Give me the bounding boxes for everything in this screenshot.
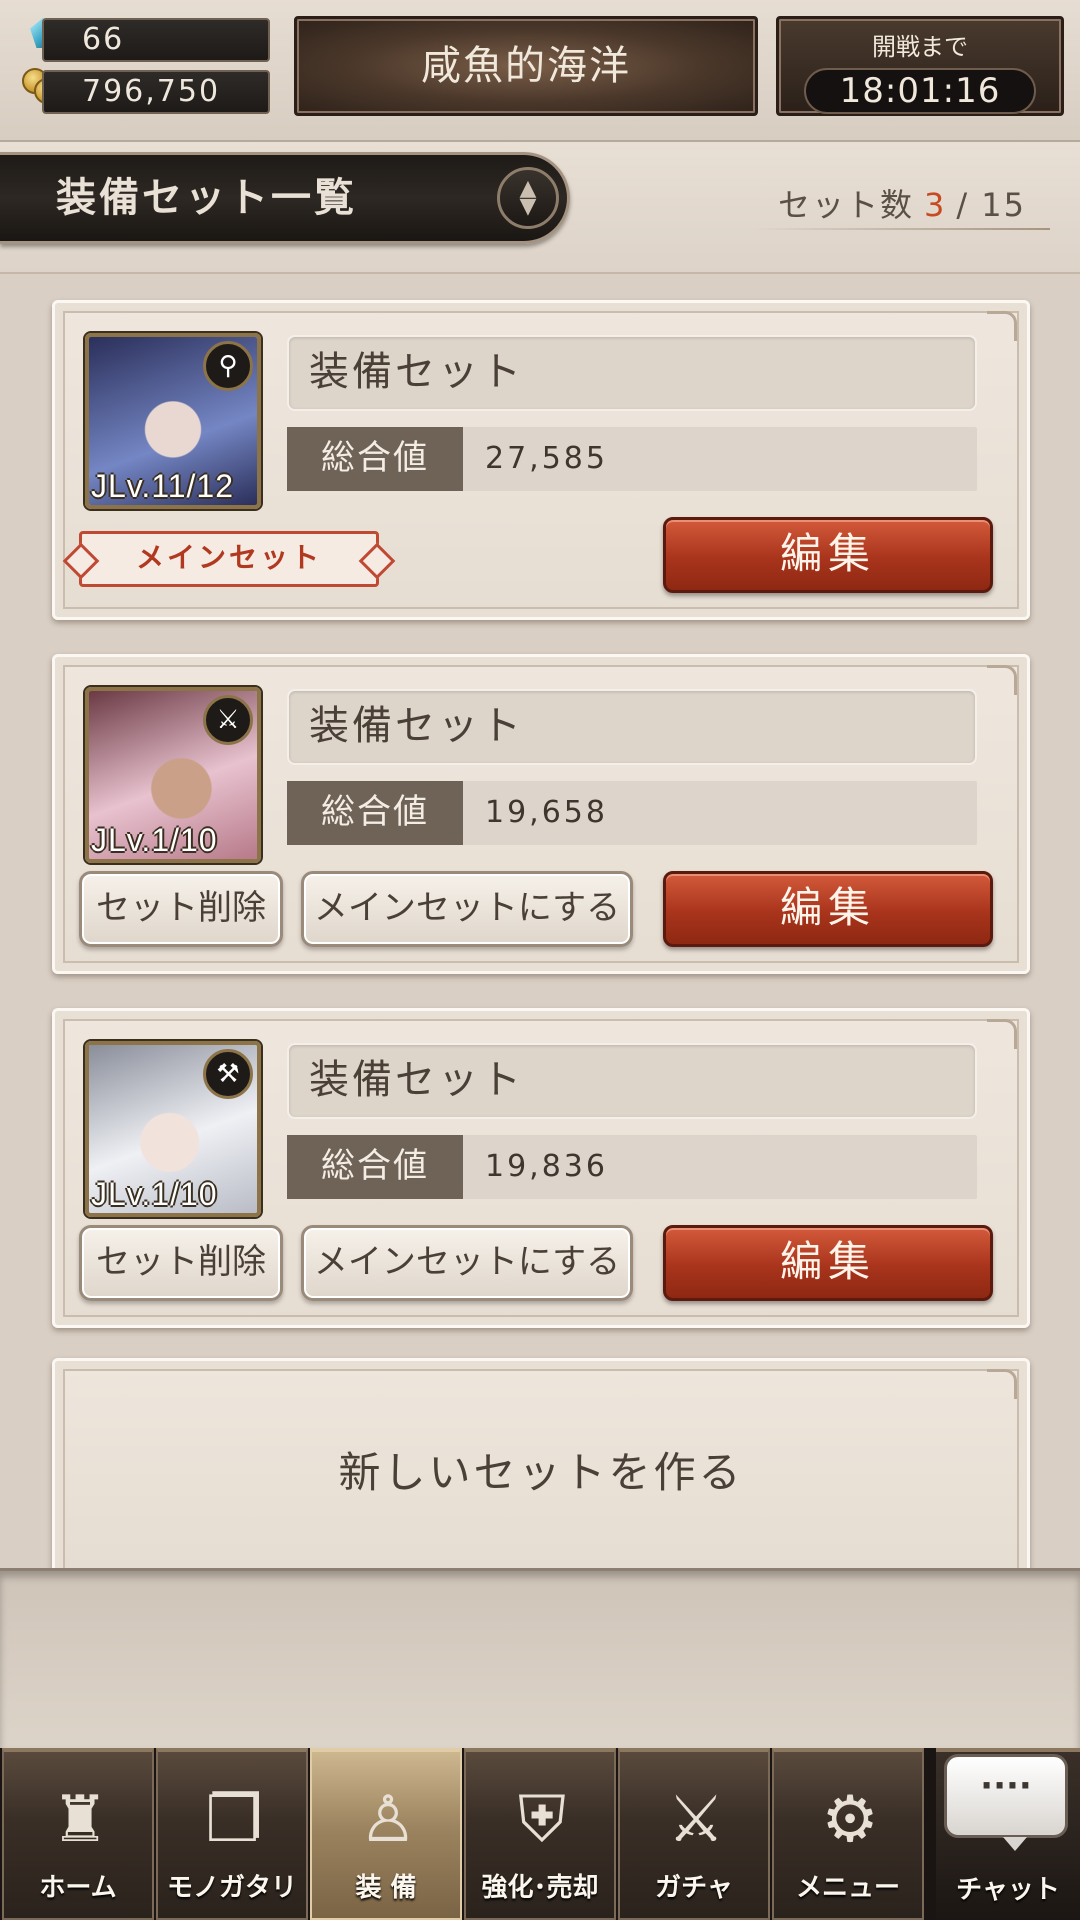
- set-count-current: 3: [923, 186, 947, 224]
- total-value: 19,836: [485, 1149, 608, 1184]
- nav-menu[interactable]: ⚙ メニュー: [772, 1748, 924, 1920]
- nav-equipment[interactable]: ♙ 装 備: [310, 1748, 462, 1920]
- battle-countdown: 開戦まで 18:01:16: [776, 16, 1064, 116]
- divider: [750, 228, 1050, 230]
- guild-name[interactable]: 咸魚的海洋: [294, 16, 758, 116]
- puppet-icon: ♙: [359, 1783, 417, 1857]
- delete-set-button[interactable]: セット削除: [79, 1225, 283, 1301]
- create-new-set-label: 新しいセットを作る: [338, 1448, 744, 1497]
- shield-icon: ⛨: [518, 1783, 566, 1857]
- corner-ornament: [987, 1019, 1017, 1049]
- crystal-count: 66: [42, 18, 270, 62]
- swords-icon: ⚔: [667, 1783, 725, 1857]
- equipment-set-card: ⚲ JLv.11/12 装備セット 総合値 27,585 メインセット 編集: [52, 300, 1030, 620]
- page-title: 装備セット一覧: [56, 175, 357, 221]
- create-new-set-button[interactable]: 新しいセットを作る: [52, 1358, 1030, 1568]
- set-name[interactable]: 装備セット: [287, 335, 977, 411]
- corner-ornament: [987, 311, 1017, 341]
- nav-label: モノガタリ: [166, 1873, 297, 1903]
- nav-label: チャット: [956, 1875, 1060, 1905]
- character-portrait[interactable]: ⚲ JLv.11/12: [85, 333, 261, 509]
- coin-count: 796,750: [42, 70, 270, 114]
- nav-chat[interactable]: ···· チャット: [936, 1748, 1080, 1920]
- section-header: 装備セット一覧 ▲ ▼ セット数 3/ 15: [0, 142, 1080, 274]
- total-value: 19,658: [485, 795, 608, 830]
- battle-label: 開戦まで: [872, 33, 968, 61]
- nav-label: ホーム: [39, 1873, 117, 1903]
- total-value-row: 総合値 19,658: [287, 781, 977, 845]
- job-level: JLv.1/10: [91, 822, 218, 858]
- sort-icon[interactable]: ▲ ▼: [497, 167, 559, 229]
- job-level: JLv.11/12: [91, 468, 235, 504]
- make-main-set-button[interactable]: メインセットにする: [301, 871, 633, 947]
- character-portrait[interactable]: ⚔ JLv.1/10: [85, 687, 261, 863]
- nav-enhance-sell[interactable]: ⛨ 強化･売却: [464, 1748, 616, 1920]
- lower-panel: [0, 1568, 1080, 1748]
- total-value-row: 総合値 27,585: [287, 427, 977, 491]
- corner-ornament: [987, 665, 1017, 695]
- hammer-icon: ⚒: [203, 1049, 253, 1099]
- job-level: JLv.1/10: [91, 1176, 218, 1212]
- equipment-set-card: ⚔ JLv.1/10 装備セット 総合値 19,658 セット削除 メインセット…: [52, 654, 1030, 974]
- set-name[interactable]: 装備セット: [287, 689, 977, 765]
- castle-icon: ♜: [51, 1783, 109, 1857]
- nav-label: ガチャ: [655, 1873, 733, 1903]
- edit-button[interactable]: 編集: [663, 871, 993, 947]
- total-label: 総合値: [287, 781, 463, 845]
- delete-set-button[interactable]: セット削除: [79, 871, 283, 947]
- character-portrait[interactable]: ⚒ JLv.1/10: [85, 1041, 261, 1217]
- set-count-label: セット数: [777, 186, 914, 224]
- edit-button[interactable]: 編集: [663, 1225, 993, 1301]
- chat-bubble-icon: ····: [944, 1754, 1068, 1851]
- section-title-bar: 装備セット一覧 ▲ ▼: [0, 152, 570, 244]
- corner-ornament: [987, 1369, 1017, 1399]
- set-count-separator: /: [956, 186, 970, 224]
- nav-gacha[interactable]: ⚔ ガチャ: [618, 1748, 770, 1920]
- total-value-row: 総合値 19,836: [287, 1135, 977, 1199]
- status-bar: 66 796,750 咸魚的海洋 開戦まで 18:01:16: [0, 0, 1080, 142]
- equipment-set-card: ⚒ JLv.1/10 装備セット 総合値 19,836 セット削除 メインセット…: [52, 1008, 1030, 1328]
- equipment-set-list[interactable]: ⚲ JLv.11/12 装備セット 総合値 27,585 メインセット 編集 ⚔…: [0, 274, 1080, 1568]
- sword-icon: ⚔: [203, 695, 253, 745]
- make-main-set-button[interactable]: メインセットにする: [301, 1225, 633, 1301]
- nav-story[interactable]: ❐ モノガタリ: [156, 1748, 308, 1920]
- nav-label: 強化･売却: [481, 1873, 599, 1903]
- book-icon: ❐: [205, 1783, 263, 1857]
- total-label: 総合値: [287, 427, 463, 491]
- nav-label: 装 備: [355, 1873, 417, 1903]
- set-name[interactable]: 装備セット: [287, 1043, 977, 1119]
- bottom-nav: ♜ ホーム ❐ モノガタリ ♙ 装 備 ⛨ 強化･売却 ⚔ ガチャ ⚙ メニュー…: [0, 1748, 1080, 1920]
- edit-button[interactable]: 編集: [663, 517, 993, 593]
- nav-label: メニュー: [795, 1873, 900, 1903]
- gears-icon: ⚙: [821, 1783, 879, 1857]
- staff-icon: ⚲: [203, 341, 253, 391]
- total-value: 27,585: [485, 441, 608, 476]
- battle-timer: 18:01:16: [804, 68, 1036, 114]
- total-label: 総合値: [287, 1135, 463, 1199]
- set-count-max: 15: [981, 186, 1026, 224]
- main-set-badge: メインセット: [79, 531, 379, 587]
- nav-home[interactable]: ♜ ホーム: [2, 1748, 154, 1920]
- set-count: セット数 3/ 15: [778, 180, 1026, 226]
